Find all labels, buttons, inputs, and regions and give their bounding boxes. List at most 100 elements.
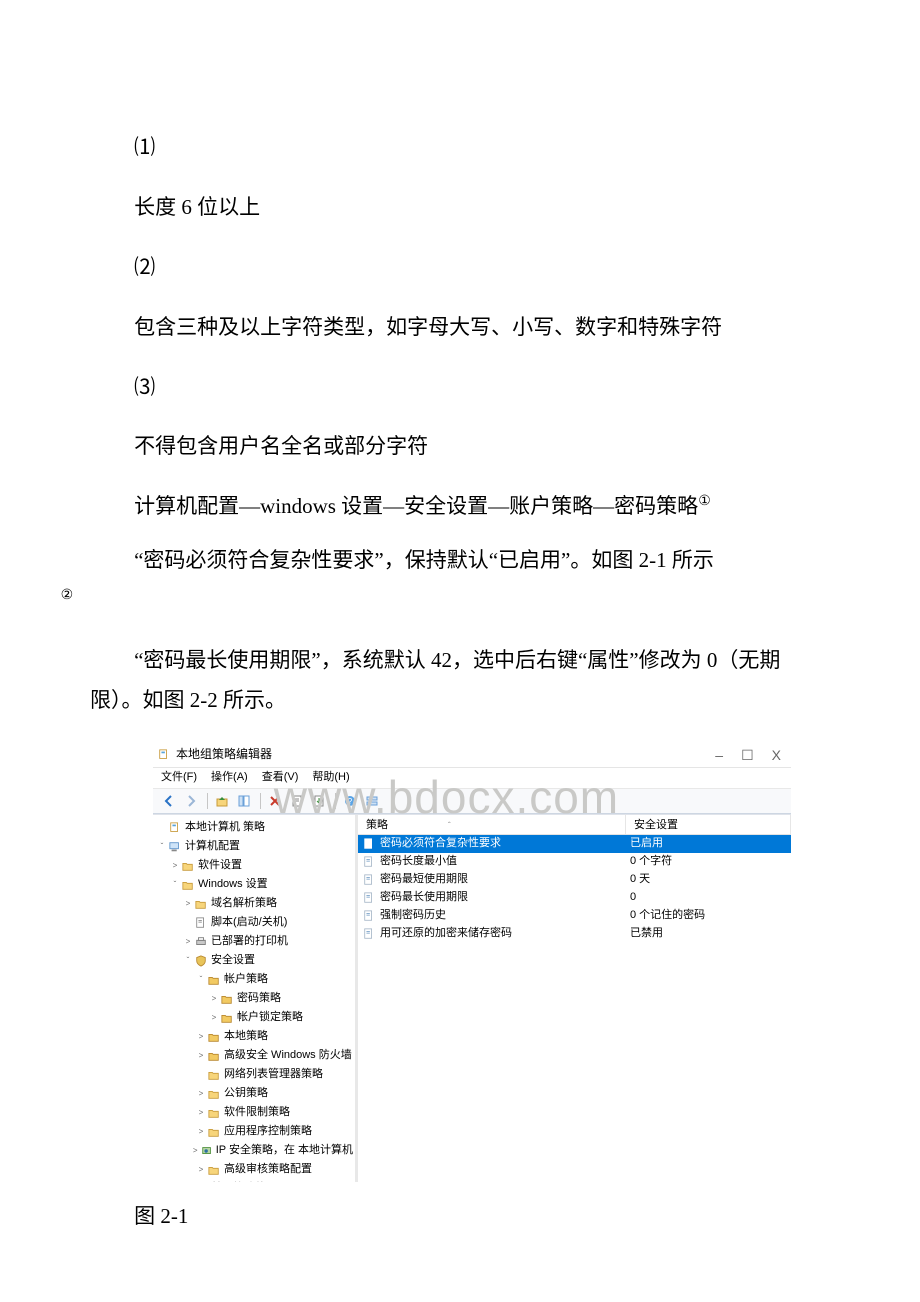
policy-row[interactable]: 密码必须符合复杂性要求已启用	[358, 835, 791, 853]
tree-item[interactable]: ˇ计算机配置	[157, 837, 353, 856]
back-button[interactable]	[159, 792, 179, 810]
tree-item-label: 本地策略	[224, 1029, 268, 1045]
app-icon	[157, 748, 171, 762]
policy-icon	[362, 892, 376, 905]
tree-item[interactable]: > 本地策略	[157, 1027, 353, 1046]
list-rows: 密码必须符合复杂性要求已启用密码长度最小值0 个字符密码最短使用期限0 天密码最…	[358, 835, 791, 943]
tree-item-label: 网络列表管理器策略	[224, 1067, 323, 1083]
circled-1: ①	[698, 494, 711, 509]
maximize-button[interactable]: ☐	[741, 745, 754, 765]
policy-row[interactable]: 密码长度最小值0 个字符	[358, 853, 791, 871]
properties-button[interactable]	[287, 792, 307, 810]
policy-icon	[362, 838, 376, 851]
tree-item[interactable]: >IP 安全策略，在 本地计算机	[157, 1141, 353, 1160]
policy-icon	[362, 856, 376, 869]
circled-2: ②	[61, 588, 74, 603]
tree-item[interactable]: >密码策略	[157, 989, 353, 1008]
policy-row[interactable]: 用可还原的加密来储存密码已禁用	[358, 925, 791, 943]
help-button[interactable]: ?	[340, 792, 360, 810]
tree-item[interactable]: >基于策略的 QoS	[157, 1179, 353, 1182]
expand-icon[interactable]: >	[196, 1127, 206, 1137]
tree-item-label: Windows 设置	[198, 877, 268, 893]
column-setting-label: 安全设置	[634, 818, 678, 834]
menu-bar: 文件(F) 操作(A) 查看(V) 帮助(H)	[153, 768, 791, 788]
tree-item-label: 本地计算机 策略	[185, 820, 265, 836]
tree-item[interactable]: >应用程序控制策略	[157, 1122, 353, 1141]
expand-icon[interactable]: ˇ	[183, 956, 193, 966]
tree-item[interactable]: >帐户锁定策略	[157, 1008, 353, 1027]
policy-row[interactable]: 密码最短使用期限 0 天	[358, 871, 791, 889]
list-header[interactable]: 策略 ˆ 安全设置	[358, 815, 791, 835]
document-body: ⑴ 长度 6 位以上 ⑵ 包含三种及以上字符类型，如字母大写、小写、数字和特殊字…	[90, 128, 830, 721]
expand-icon[interactable]: >	[209, 994, 219, 1004]
folder-icon	[207, 1087, 221, 1100]
expand-icon[interactable]: >	[170, 861, 180, 871]
tree-item[interactable]: > 公钥策略	[157, 1084, 353, 1103]
expand-icon	[183, 918, 193, 928]
sec-icon	[194, 954, 208, 967]
tree-panel[interactable]: 本地计算机 策略ˇ计算机配置>软件设置 ˇ Windows 设置>域名解析策略脚本(…	[153, 815, 358, 1182]
expand-icon[interactable]: >	[196, 1032, 206, 1042]
policy-value: 已启用	[630, 837, 663, 849]
close-button[interactable]: X	[772, 745, 781, 765]
comp-icon	[168, 840, 182, 853]
folder-icon	[207, 1163, 221, 1176]
expand-icon[interactable]: >	[196, 1108, 206, 1118]
text-3: 不得包含用户名全名或部分字符	[90, 427, 830, 467]
expand-icon[interactable]: ˇ	[170, 880, 180, 890]
expand-icon[interactable]: >	[196, 1089, 206, 1099]
folder-icon	[207, 1106, 221, 1119]
tree-item[interactable]: >域名解析策略	[157, 894, 353, 913]
list-panel[interactable]: 策略 ˆ 安全设置 密码必须符合复杂性要求已启用密码长度最小值0 个字符密码最短…	[358, 815, 791, 1182]
tree-item[interactable]: 本地计算机 策略	[157, 818, 353, 837]
delete-button[interactable]	[265, 792, 285, 810]
ipsec-icon	[201, 1144, 213, 1157]
folder-icon	[181, 878, 195, 891]
expand-icon[interactable]: >	[196, 1051, 206, 1061]
tree-item[interactable]: 网络列表管理器策略	[157, 1065, 353, 1084]
tree-item[interactable]: >软件限制策略	[157, 1103, 353, 1122]
policy-name: 密码最短使用期限	[380, 872, 468, 888]
menu-file[interactable]: 文件(F)	[161, 768, 197, 788]
tree-item[interactable]: ˇ安全设置	[157, 951, 353, 970]
up-button[interactable]	[212, 792, 232, 810]
menu-action[interactable]: 操作(A)	[211, 768, 248, 788]
column-policy[interactable]: 策略 ˆ	[358, 815, 626, 834]
tree-item-label: 公钥策略	[224, 1086, 268, 1102]
window-titlebar[interactable]: 本地组策略编辑器 – ☐ X	[153, 742, 791, 768]
expand-icon[interactable]: >	[183, 899, 193, 909]
menu-view[interactable]: 查看(V)	[262, 768, 299, 788]
tree-item[interactable]: ˇ帐户策略	[157, 970, 353, 989]
tree-item[interactable]: >已部署的打印机	[157, 932, 353, 951]
tree-item[interactable]: >高级审核策略配置	[157, 1160, 353, 1179]
expand-icon[interactable]: >	[196, 1165, 206, 1175]
expand-icon	[196, 1070, 206, 1080]
policy-icon	[362, 874, 376, 887]
tree-item[interactable]: >高级安全 Windows 防火墙	[157, 1046, 353, 1065]
policy-row[interactable]: 密码最长使用期限0	[358, 889, 791, 907]
expand-icon[interactable]: >	[209, 1013, 219, 1023]
tree-item[interactable]: >软件设置	[157, 856, 353, 875]
export-button[interactable]	[309, 792, 329, 810]
folder-icon	[194, 897, 208, 910]
expand-icon[interactable]: >	[191, 1146, 200, 1156]
desc2-text: “密码必须符合复杂性要求”，保持默认“已启用”。如图 2-1 所示	[134, 548, 714, 572]
expand-icon[interactable]: ˇ	[157, 842, 167, 852]
show-hide-tree-button[interactable]	[234, 792, 254, 810]
folder-icon	[181, 859, 195, 872]
minimize-button[interactable]: –	[715, 745, 723, 765]
forward-button[interactable]	[181, 792, 201, 810]
policy-row[interactable]: 强制密码历史0 个记住的密码	[358, 907, 791, 925]
filter-button[interactable]	[362, 792, 382, 810]
policy-value: 0 天	[630, 873, 650, 885]
policy-value: 0 个字符	[630, 855, 672, 867]
window-title: 本地组策略编辑器	[176, 746, 715, 763]
tree-item-label: 基于策略的 QoS	[211, 1181, 291, 1182]
menu-help[interactable]: 帮助(H)	[312, 768, 349, 788]
tree-item[interactable]: ˇ Windows 设置	[157, 875, 353, 894]
tree-item[interactable]: 脚本(启动/关机)	[157, 913, 353, 932]
expand-icon[interactable]: ˇ	[196, 975, 206, 985]
column-setting[interactable]: 安全设置	[626, 815, 791, 834]
expand-icon[interactable]: >	[183, 937, 193, 947]
sort-caret-icon: ˆ	[448, 820, 451, 832]
